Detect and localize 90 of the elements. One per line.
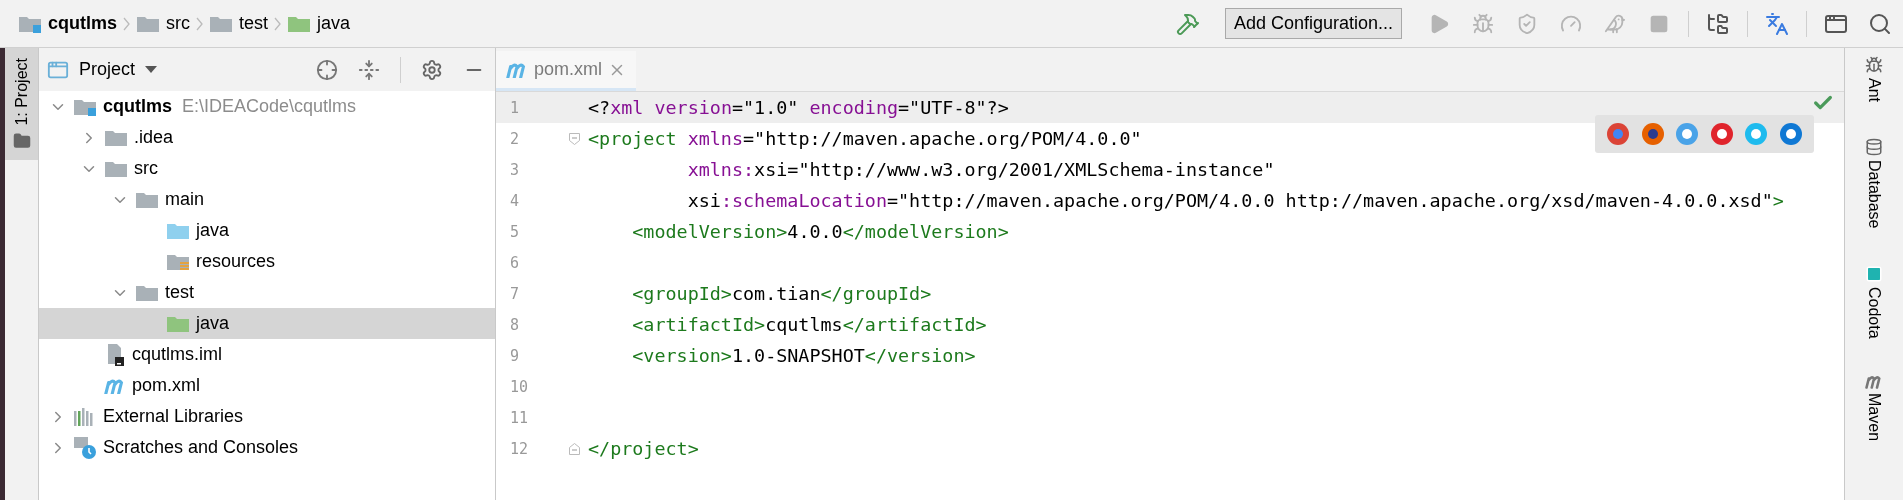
line-number: 2	[509, 129, 521, 148]
database-icon	[1865, 138, 1883, 156]
tree-item[interactable]: cqutlms.iml	[39, 339, 495, 370]
browser-icon[interactable]	[1606, 122, 1631, 146]
tree-item[interactable]: test	[39, 277, 495, 308]
line-number: 4	[509, 191, 521, 210]
tree-label: External Libraries	[103, 406, 244, 427]
project-view-dropdown[interactable]: Project	[47, 58, 158, 81]
fold-marker-icon[interactable]	[568, 132, 580, 145]
line-number: 1	[509, 98, 521, 117]
tool-window-tab[interactable]: Database	[1865, 138, 1883, 229]
tree-item[interactable]: cqutlms E:\IDEACode\cqutlms	[39, 91, 495, 122]
editor-tab[interactable]: pom.xml	[496, 51, 636, 91]
tree-label: java	[196, 220, 230, 241]
tree-label: pom.xml	[132, 375, 200, 396]
tree-item[interactable]: main	[39, 184, 495, 215]
line-number: 7	[509, 284, 521, 303]
tree-item[interactable]: src	[39, 153, 495, 184]
code-text: <?xml version="1.0" encoding="UTF-8"?>	[588, 97, 1009, 118]
tree-label: src	[134, 158, 158, 179]
breadcrumb-item[interactable]: test	[239, 13, 269, 34]
bug-icon	[1865, 56, 1883, 74]
project-structure-icon	[1706, 11, 1730, 36]
folder-icon	[12, 131, 31, 150]
tool-window-label: Maven	[1865, 392, 1883, 441]
tool-window-label: 1: Project	[12, 58, 31, 126]
breadcrumb-separator-icon	[274, 16, 282, 31]
breadcrumb-separator-icon	[123, 16, 130, 31]
scratches-icon	[73, 435, 97, 460]
coverage-icon	[1516, 12, 1538, 35]
line-number: 5	[509, 222, 521, 241]
line-number: 12	[509, 439, 530, 458]
tree-label: Scratches and Consoles	[103, 437, 299, 458]
tree-item[interactable]: java	[39, 215, 495, 246]
stop-icon	[1649, 13, 1669, 34]
tree-label: resources	[196, 251, 276, 272]
search-icon	[1868, 11, 1892, 36]
code-text: <project xmlns="http://maven.apache.org/POM/4.0.0"	[588, 128, 1142, 149]
tool-window-tab[interactable]: 1: Project	[5, 48, 38, 160]
breadcrumb-item[interactable]: src	[166, 13, 190, 34]
translate-icon	[1765, 11, 1789, 36]
tool-window-tab[interactable]: Codota	[1865, 264, 1883, 339]
line-number: 11	[509, 408, 530, 427]
tool-window-tab[interactable]: Ant	[1865, 56, 1883, 102]
code-text: <version>1.0-SNAPSHOT</version>	[631, 345, 976, 366]
tool-window-label: Codota	[1865, 286, 1883, 339]
caret-icon	[145, 66, 158, 73]
tool-window-label: Database	[1865, 160, 1883, 229]
tree-item[interactable]: Scratches and Consoles	[39, 432, 495, 463]
tree-item[interactable]: External Libraries	[39, 401, 495, 432]
tree-label: test	[165, 282, 194, 303]
tree-label: .idea	[134, 127, 174, 148]
line-number: 10	[509, 377, 530, 396]
breadcrumb-separator-icon	[196, 16, 203, 31]
add-configuration-button[interactable]: Add Configuration...	[1224, 8, 1402, 39]
browser-icon[interactable]	[1778, 122, 1803, 146]
tree-item[interactable]: pom.xml	[39, 370, 495, 401]
bird-icon	[1604, 12, 1626, 35]
tree-label: java	[196, 313, 230, 334]
code-text: <artifactId>cqutlms</artifactId>	[631, 314, 987, 335]
tree-item[interactable]: .idea	[39, 122, 495, 153]
code-text: <groupId>com.tian</groupId>	[631, 283, 932, 304]
code-text: xsi:schemaLocation="http://maven.apache.org/POM/4.0.0 http://maven.apache.org/xsd/maven-4.0.0.xsd">	[686, 190, 1784, 211]
project-path: E:\IDEACode\cqutlms	[182, 96, 357, 117]
tool-window-tab[interactable]: Maven	[1865, 374, 1883, 441]
collapse-all-icon[interactable]	[358, 58, 380, 81]
code-text: <modelVersion>4.0.0</modelVersion>	[631, 221, 1009, 242]
line-number: 9	[509, 346, 521, 365]
fold-marker-icon[interactable]	[568, 442, 580, 455]
tab-label: pom.xml	[534, 59, 602, 80]
line-number: 8	[509, 315, 521, 334]
tree-item[interactable]: java	[39, 308, 495, 339]
tool-window-label: Ant	[1865, 78, 1883, 102]
tree-item[interactable]: resources	[39, 246, 495, 277]
browser-icon[interactable]	[1640, 122, 1665, 146]
line-number: 6	[509, 253, 521, 272]
line-number: 3	[509, 160, 521, 179]
code-text: </project>	[588, 438, 699, 459]
locate-icon[interactable]	[316, 58, 338, 81]
breadcrumb-item[interactable]: java	[317, 13, 351, 34]
tree-label: cqutlms.iml	[132, 344, 222, 365]
breadcrumb-item[interactable]: cqutlms	[48, 13, 117, 34]
debug-icon	[1472, 12, 1494, 35]
tree-label: cqutlms	[103, 96, 172, 117]
m-icon	[1865, 374, 1883, 389]
browser-icon[interactable]	[1709, 122, 1734, 146]
hammer-icon	[1175, 11, 1200, 36]
tree-label: main	[165, 189, 204, 210]
settings-icon[interactable]	[421, 58, 443, 81]
code-text: xmlns:xsi="http://www.w3.org/2001/XMLSchema-instance"	[686, 159, 1275, 180]
